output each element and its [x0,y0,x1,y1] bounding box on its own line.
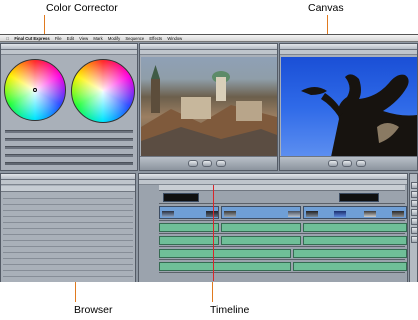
playhead[interactable] [213,185,214,281]
viewer-window [139,43,278,171]
play-in-out-button[interactable] [188,160,198,167]
tool-palette [409,173,418,282]
video-clip[interactable] [159,206,219,219]
whites-slider[interactable] [5,130,133,133]
app-screenshot:  Final Cut Express File Edit View Mark … [0,34,418,282]
arrow-tool-icon[interactable] [411,182,417,189]
canvas-video-frame [281,57,417,157]
selection-tool-icon[interactable] [411,191,417,198]
apple-icon[interactable]:  [6,35,9,42]
audio-clip[interactable] [159,249,291,258]
browser-row[interactable] [3,194,133,199]
audio-track-1 [159,222,407,234]
limit-effect-bar[interactable] [5,162,133,165]
balance-color-wheel[interactable] [4,59,66,121]
browser-tabs[interactable] [1,180,135,185]
audio-clip[interactable] [221,236,301,245]
browser-row[interactable] [3,266,133,271]
menu-window[interactable]: Window [167,35,182,42]
browser-row[interactable] [3,242,133,247]
play-around-button[interactable] [216,160,226,167]
canvas-window [279,43,418,171]
town-rooftops-image [141,65,277,157]
title-clip[interactable] [163,193,199,202]
viewer-transport-controls [140,156,277,170]
hand-tool-icon[interactable] [411,218,417,225]
audio-track-4 [159,261,407,273]
title-clip[interactable] [339,193,379,202]
menu-bar:  Final Cut Express File Edit View Mark … [0,35,418,42]
viewer-tabs[interactable] [1,50,137,55]
browser-row[interactable] [3,230,133,235]
video-clip[interactable] [303,206,407,219]
zoom-tool-icon[interactable] [411,209,417,216]
browser-column-headers[interactable] [1,186,135,192]
crop-tool-icon[interactable] [411,227,417,234]
canvas-transport-controls [280,156,417,170]
canvas-play-button[interactable] [342,160,352,167]
mids-slider[interactable] [5,138,133,141]
browser-row[interactable] [3,218,133,223]
browser-row[interactable] [3,254,133,259]
canvas-play-in-out-button[interactable] [328,160,338,167]
callout-browser: Browser [74,304,113,316]
audio-clip[interactable] [221,223,301,232]
browser-row[interactable] [3,206,133,211]
browser-row[interactable] [3,224,133,229]
audio-clip[interactable] [159,236,219,245]
menu-edit[interactable]: Edit [67,35,74,42]
timeline-window [138,173,408,282]
callout-canvas: Canvas [308,2,344,14]
callout-color-corrector: Color Corrector [46,2,118,14]
browser-row[interactable] [3,272,133,277]
statue-silhouette-image [301,74,417,157]
razor-tool-icon[interactable] [411,200,417,207]
timeline-ruler[interactable] [159,185,405,191]
browser-row[interactable] [3,200,133,205]
balance-control-point[interactable] [33,88,37,92]
canvas-play-around-button[interactable] [356,160,366,167]
color-corrector-window [0,43,138,171]
browser-window [0,173,136,282]
audio-clip[interactable] [293,249,407,258]
audio-track-3 [159,248,407,260]
browser-row[interactable] [3,236,133,241]
video-track-1 [159,205,407,221]
audio-clip[interactable] [303,223,407,232]
viewer-video-frame [141,57,277,157]
menu-view[interactable]: View [79,35,88,42]
blacks-slider[interactable] [5,146,133,149]
audio-clip[interactable] [159,262,291,271]
menu-file[interactable]: File [55,35,62,42]
menu-mark[interactable]: Mark [93,35,102,42]
saturation-slider[interactable] [5,154,133,157]
audio-track-2 [159,235,407,247]
video-track-2 [159,192,405,204]
callout-timeline: Timeline [210,304,250,316]
pen-tool-icon[interactable] [411,236,417,243]
video-clip[interactable] [221,206,301,219]
hue-color-wheel[interactable] [71,59,135,123]
audio-clip[interactable] [303,236,407,245]
audio-clip[interactable] [293,262,407,271]
audio-clip[interactable] [159,223,219,232]
play-icon[interactable] [202,160,212,167]
menu-sequence[interactable]: Sequence [125,35,144,42]
menu-effects[interactable]: Effects [149,35,162,42]
browser-row[interactable] [3,260,133,265]
menu-modify[interactable]: Modify [108,35,120,42]
browser-row[interactable] [3,248,133,253]
menu-app-name[interactable]: Final Cut Express [14,35,49,42]
browser-row[interactable] [3,212,133,217]
